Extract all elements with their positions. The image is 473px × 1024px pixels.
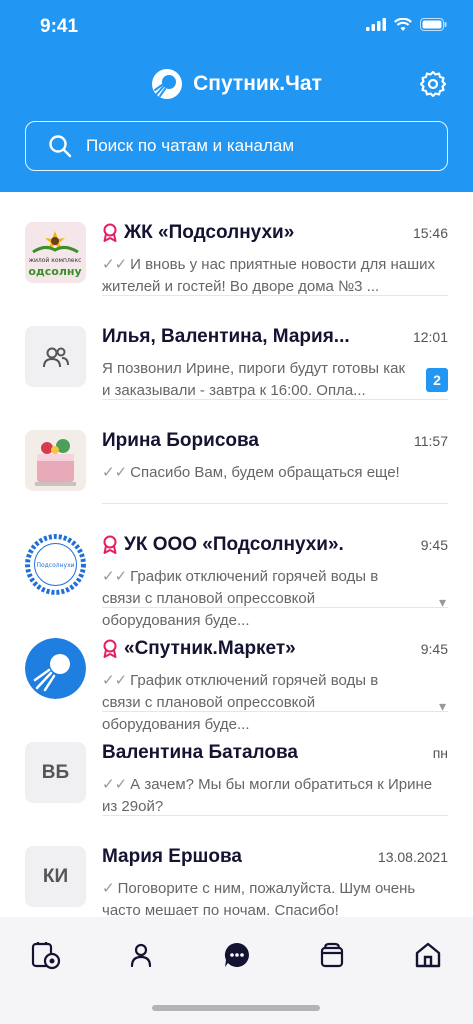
signal-icon [366, 18, 386, 31]
tab-chats[interactable] [219, 937, 255, 973]
avatar: КИ [25, 846, 86, 907]
avatar-initials: КИ [42, 865, 69, 887]
chat-preview-text: Спасибо Вам, будем обращаться еще! [130, 464, 400, 481]
search-input[interactable]: Поиск по чатам и каналам [25, 121, 448, 171]
svg-text:жилой комплекс: жилой комплекс [29, 257, 82, 264]
chat-preview-text: И вновь у нас приятные новости для наших… [102, 256, 436, 295]
pinned-badge-icon [103, 639, 117, 658]
status-time: 9:41 [40, 16, 79, 37]
chat-preview-text: Поговорите с ним, пожалуйста. Шум очень … [102, 880, 416, 919]
read-checks-icon: ✓✓ [102, 464, 128, 481]
avatar: жилой комплекс одсолну [25, 222, 86, 283]
cake-photo-icon [25, 430, 86, 491]
tab-profile[interactable] [123, 937, 159, 973]
chat-preview: ✓✓ Спасибо Вам, будем обращаться еще! [102, 462, 447, 484]
avatar: Подсолнухи [25, 534, 86, 595]
chat-preview-text: А зачем? Мы бы могли обратиться к Ирине … [102, 776, 433, 815]
app-title-group: Спутник.Чат [0, 68, 473, 100]
chat-name-row: Илья, Валентина, Мария... [102, 326, 448, 348]
pinned-badge-icon [103, 535, 117, 554]
chat-name: Мария Ершова [102, 846, 242, 867]
chat-name: УК ООО «Подсолнухи». [124, 534, 344, 555]
tab-home[interactable] [410, 937, 446, 973]
sent-check-icon: ✓ [102, 880, 115, 897]
app-title: Спутник.Чат [193, 72, 322, 95]
chat-time: 9:45 [420, 641, 448, 657]
chat-name-row: УК ООО «Подсолнухи». [102, 534, 448, 556]
pinned-badge-icon [103, 223, 117, 242]
chat-name-row: Ирина Борисова [102, 430, 448, 452]
sputnik-market-logo-icon [25, 638, 86, 699]
chat-name: Илья, Валентина, Мария... [102, 326, 350, 347]
settings-button[interactable] [419, 70, 447, 98]
chat-time: пн [432, 745, 448, 761]
sputnik-logo-icon [152, 69, 183, 99]
svg-text:одсолну: одсолну [28, 265, 81, 278]
app-header: 9:41 Спутник.Чат Поиск по чатам и канала… [0, 0, 473, 192]
read-checks-icon: ✓✓ [102, 568, 128, 585]
sunflower-logo-icon: жилой комплекс одсолну [25, 222, 86, 283]
profile-icon [130, 943, 152, 968]
avatar [25, 638, 86, 699]
read-checks-icon: ✓✓ [102, 256, 128, 273]
chat-item[interactable]: Илья, Валентина, Мария... 12:01 Я позвон… [0, 296, 473, 400]
chat-time: 13.08.2021 [377, 849, 448, 865]
chat-name-row: ЖК «Подсолнухи» [102, 222, 448, 244]
chat-preview: ✓ Поговорите с ним, пожалуйста. Шум очень… [102, 878, 447, 922]
group-icon [42, 347, 69, 367]
search-icon [49, 135, 72, 158]
read-checks-icon: ✓✓ [102, 776, 128, 793]
chat-icon [224, 942, 249, 967]
avatar [25, 326, 86, 387]
chat-preview: Я позвонил Ирине, пироги будут готовы ка… [102, 360, 406, 399]
home-icon [415, 942, 441, 968]
home-indicator [152, 1005, 320, 1011]
chat-name-row: Валентина Баталова [102, 742, 448, 764]
chat-name: Валентина Баталова [102, 742, 298, 763]
tab-services[interactable] [28, 937, 64, 973]
search-placeholder: Поиск по чатам и каналам [86, 136, 295, 155]
gear-icon [419, 70, 447, 98]
read-checks-icon: ✓✓ [102, 672, 128, 689]
chat-name: ЖК «Подсолнухи» [124, 222, 295, 243]
chat-preview: ✓✓ А зачем? Мы бы могли обратиться к Ирин… [102, 774, 447, 818]
company-seal-icon: Подсолнухи [25, 534, 86, 595]
chat-name: «Спутник.Маркет» [124, 638, 296, 659]
chat-time: 9:45 [420, 537, 448, 553]
chat-item[interactable]: Ирина Борисова 11:57 ✓✓ Спасибо Вам, буде… [0, 400, 473, 504]
tab-wallet[interactable] [314, 937, 350, 973]
wifi-icon [394, 18, 412, 31]
status-icons [366, 18, 447, 31]
chat-name: Ирина Борисова [102, 430, 259, 451]
avatar: ВБ [25, 742, 86, 803]
avatar-initials: ВБ [41, 761, 70, 783]
chat-time: 15:46 [412, 225, 448, 241]
avatar [25, 430, 86, 491]
chat-item[interactable]: «Спутник.Маркет» 9:45 ✓✓ График отключени… [0, 608, 473, 733]
wallet-icon [320, 942, 344, 968]
unread-badge: 2 [426, 368, 448, 392]
chat-time: 11:57 [414, 433, 448, 449]
chat-item[interactable]: ВБ Валентина Баталова пн ✓✓ А зачем? Мы б… [0, 712, 473, 816]
chat-preview: ✓✓ И вновь у нас приятные новости для наш… [102, 254, 447, 298]
chat-item[interactable]: жилой комплекс одсолну ЖК «Подсолнухи» 1… [0, 192, 473, 296]
services-icon [31, 942, 61, 970]
battery-icon [420, 18, 447, 31]
chat-item[interactable]: КИ Мария Ершова 13.08.2021 ✓ Поговорите с… [0, 816, 473, 920]
svg-text:Подсолнухи: Подсолнухи [36, 562, 74, 569]
chat-item[interactable]: Подсолнухи УК ООО «Подсолнухи». 9:45 ✓✓ Г… [0, 504, 473, 629]
chat-time: 12:01 [412, 329, 448, 345]
chat-name-row: «Спутник.Маркет» [102, 638, 448, 660]
